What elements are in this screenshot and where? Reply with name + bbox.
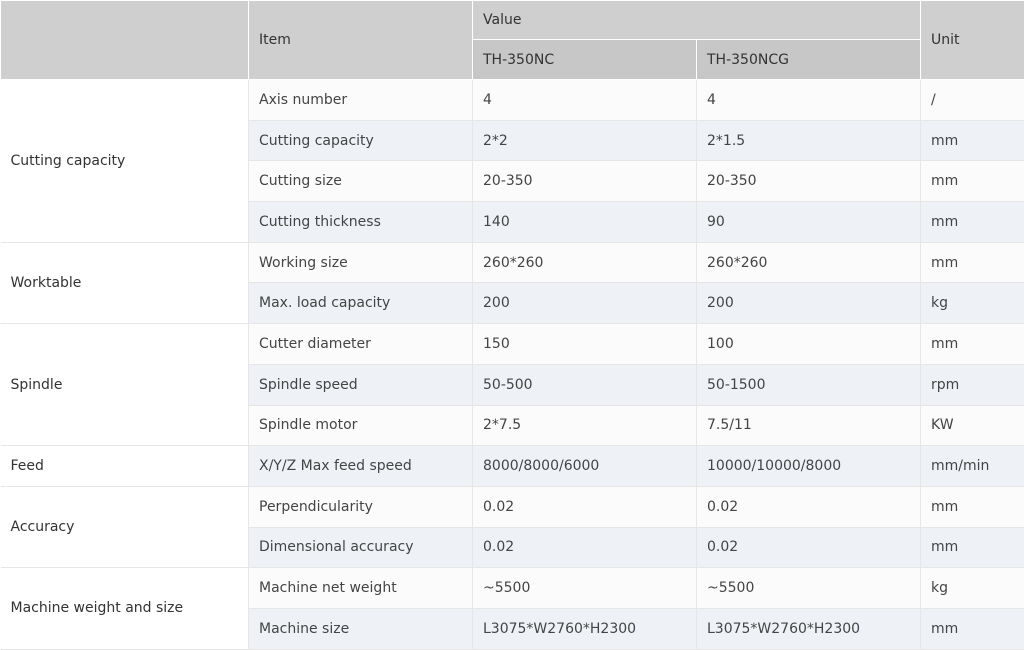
value-th-350nc: 150 [473, 324, 697, 365]
spec-unit: rpm [921, 364, 1024, 405]
table-row: FeedX/Y/Z Max feed speed8000/8000/600010… [1, 446, 1024, 487]
spec-unit: / [921, 80, 1024, 121]
group-label: Feed [1, 446, 249, 487]
group-label: Accuracy [1, 486, 249, 567]
spec-item: Machine net weight [249, 568, 473, 609]
spec-item: Working size [249, 242, 473, 283]
value-th-350ncg: 100 [697, 324, 921, 365]
value-th-350ncg: L3075*W2760*H2300 [697, 608, 921, 649]
value-th-350nc: 4 [473, 80, 697, 121]
spec-unit: mm [921, 486, 1024, 527]
value-th-350ncg: 200 [697, 283, 921, 324]
value-th-350ncg: ~5500 [697, 568, 921, 609]
value-th-350ncg: 50-1500 [697, 364, 921, 405]
table-row: Machine weight and sizeMachine net weigh… [1, 568, 1024, 609]
spec-unit: kg [921, 283, 1024, 324]
spec-item: Machine size [249, 608, 473, 649]
spec-table-body: Cutting capacityAxis number44/Cutting ca… [1, 80, 1024, 650]
value-th-350nc: 50-500 [473, 364, 697, 405]
value-th-350nc: 20-350 [473, 161, 697, 202]
spec-item: Cutter diameter [249, 324, 473, 365]
value-th-350nc: 0.02 [473, 527, 697, 568]
value-th-350ncg: 260*260 [697, 242, 921, 283]
spec-unit: mm [921, 120, 1024, 161]
value-th-350nc: 2*7.5 [473, 405, 697, 446]
table-row: AccuracyPerpendicularity0.020.02mm [1, 486, 1024, 527]
header-unit: Unit [921, 1, 1024, 80]
value-th-350ncg: 0.02 [697, 527, 921, 568]
value-th-350nc: 140 [473, 202, 697, 243]
value-th-350ncg: 0.02 [697, 486, 921, 527]
spec-unit: mm [921, 608, 1024, 649]
header-item: Item [249, 1, 473, 80]
header-model-2: TH-350NCG [697, 40, 921, 80]
spec-unit: mm [921, 242, 1024, 283]
spec-unit: mm/min [921, 446, 1024, 487]
spec-unit: mm [921, 161, 1024, 202]
spec-item: Dimensional accuracy [249, 527, 473, 568]
value-th-350ncg: 90 [697, 202, 921, 243]
spec-item: Cutting size [249, 161, 473, 202]
group-label: Worktable [1, 242, 249, 323]
spec-unit: mm [921, 324, 1024, 365]
spec-item: Axis number [249, 80, 473, 121]
spec-table: Item Value Unit TH-350NC TH-350NCG Cutti… [0, 0, 1024, 650]
spec-unit: kg [921, 568, 1024, 609]
header-group-cell [1, 1, 249, 80]
spec-item: Spindle motor [249, 405, 473, 446]
value-th-350ncg: 20-350 [697, 161, 921, 202]
value-th-350ncg: 7.5/11 [697, 405, 921, 446]
value-th-350ncg: 2*1.5 [697, 120, 921, 161]
spec-unit: mm [921, 527, 1024, 568]
value-th-350nc: L3075*W2760*H2300 [473, 608, 697, 649]
spec-item: Perpendicularity [249, 486, 473, 527]
spec-item: X/Y/Z Max feed speed [249, 446, 473, 487]
value-th-350nc: 0.02 [473, 486, 697, 527]
group-label: Cutting capacity [1, 80, 249, 243]
header-value: Value [473, 1, 921, 40]
header-row: Item Value Unit [1, 1, 1024, 40]
table-row: SpindleCutter diameter150100mm [1, 324, 1024, 365]
spec-item: Cutting capacity [249, 120, 473, 161]
spec-item: Spindle speed [249, 364, 473, 405]
group-label: Spindle [1, 324, 249, 446]
spec-item: Cutting thickness [249, 202, 473, 243]
spec-item: Max. load capacity [249, 283, 473, 324]
spec-unit: mm [921, 202, 1024, 243]
value-th-350nc: 8000/8000/6000 [473, 446, 697, 487]
table-row: WorktableWorking size260*260260*260mm [1, 242, 1024, 283]
table-row: Cutting capacityAxis number44/ [1, 80, 1024, 121]
value-th-350nc: 260*260 [473, 242, 697, 283]
spec-unit: KW [921, 405, 1024, 446]
value-th-350nc: 2*2 [473, 120, 697, 161]
value-th-350nc: 200 [473, 283, 697, 324]
header-model-1: TH-350NC [473, 40, 697, 80]
value-th-350ncg: 4 [697, 80, 921, 121]
group-label: Machine weight and size [1, 568, 249, 649]
value-th-350ncg: 10000/10000/8000 [697, 446, 921, 487]
value-th-350nc: ~5500 [473, 568, 697, 609]
